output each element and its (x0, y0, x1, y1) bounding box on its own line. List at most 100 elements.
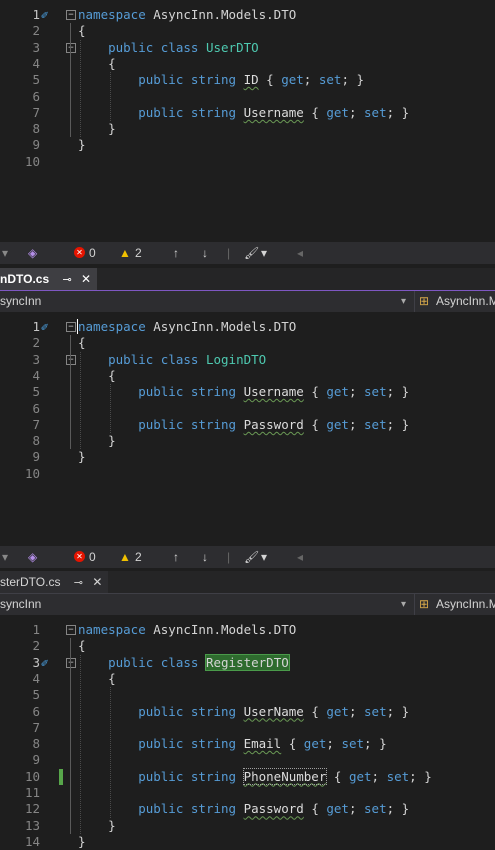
code-line[interactable]: 13 } (0, 818, 495, 834)
code-text[interactable]: namespace AsyncInn.Models.DTO (78, 622, 296, 638)
code-text[interactable]: public string Username { get; set; } (78, 384, 409, 400)
code-line[interactable]: 3 public class LoginDTO − (0, 352, 495, 368)
code-line[interactable]: 1 namespace AsyncInn.Models.DTO − (0, 622, 495, 638)
code-line[interactable]: 8 public string Email { get; set; } (0, 736, 495, 752)
collapse-icon[interactable]: − (66, 322, 76, 332)
code-text[interactable]: { (78, 671, 116, 687)
code-line[interactable]: 11 (0, 785, 495, 801)
code-text[interactable]: } (78, 818, 116, 834)
code-line[interactable]: 5 public string ID { get; set; } (0, 72, 495, 88)
code-line[interactable]: 9 (0, 752, 495, 768)
project-dropdown[interactable]: syncInn (0, 294, 41, 308)
code-line[interactable]: 4 { (0, 671, 495, 687)
copilot-icon[interactable]: ◈ (28, 246, 37, 260)
collapse-icon[interactable]: − (66, 42, 76, 53)
dropdown-arrow-icon[interactable]: ▾ (2, 550, 8, 564)
code-line[interactable]: 7 public string Password { get; set; } (0, 417, 495, 433)
warning-count[interactable]: 2 (135, 246, 142, 260)
arrow-up-icon[interactable]: ↑ (173, 550, 179, 564)
code-line[interactable]: 10 public string PhoneNumber { get; set;… (0, 767, 495, 785)
type-dropdown[interactable]: AsyncInn.M (436, 294, 495, 308)
error-icon[interactable]: ✕ (74, 551, 85, 562)
code-line[interactable]: 6 (0, 89, 495, 105)
code-text[interactable]: { (78, 335, 86, 351)
code-editor-registerdto[interactable]: 1 namespace AsyncInn.Models.DTO −2{3 publi… (0, 615, 495, 849)
code-text[interactable]: } (78, 834, 86, 850)
code-line[interactable]: 6 (0, 401, 495, 417)
dropdown-arrow-icon[interactable]: ▾ (2, 246, 8, 260)
code-line[interactable]: 6 public string UserName { get; set; } (0, 704, 495, 720)
code-text[interactable]: public class UserDTO (78, 40, 259, 56)
error-count[interactable]: 0 (89, 246, 96, 260)
dropdown-arrow-icon[interactable]: ▾ (261, 246, 267, 260)
error-count[interactable]: 0 (89, 550, 96, 564)
code-text[interactable]: { (78, 23, 86, 39)
code-text[interactable]: public class RegisterDTO (78, 653, 290, 671)
close-icon[interactable]: ✕ (81, 272, 91, 286)
code-line[interactable]: 3 public class UserDTO − (0, 40, 495, 56)
code-editor-userdto[interactable]: 1 namespace AsyncInn.Models.DTO − ✐ 2{3 publ… (0, 0, 495, 240)
pin-icon[interactable]: ⊸ (62, 274, 71, 286)
code-line[interactable]: 2{ (0, 638, 495, 654)
arrow-up-icon[interactable]: ↑ (173, 246, 179, 260)
code-line[interactable]: 4 { (0, 56, 495, 72)
code-text[interactable]: { (78, 56, 116, 72)
warning-count[interactable]: 2 (135, 550, 142, 564)
scroll-left-icon[interactable]: ◂ (297, 550, 303, 564)
code-text[interactable]: public string UserName { get; set; } (78, 704, 409, 720)
code-line[interactable]: 10 (0, 466, 495, 482)
code-text[interactable]: } (78, 433, 116, 449)
code-text[interactable]: public string Password { get; set; } (78, 417, 409, 433)
code-line[interactable]: 10 (0, 154, 495, 170)
paintbrush-icon[interactable]: ✐ (41, 7, 48, 23)
code-text[interactable]: public string Password { get; set; } (78, 801, 409, 817)
code-text[interactable]: public string PhoneNumber { get; set; } (78, 767, 432, 785)
code-line[interactable]: 5 (0, 687, 495, 703)
code-line[interactable]: 8 } (0, 121, 495, 137)
code-text[interactable]: public class LoginDTO (78, 352, 266, 368)
paintbrush-icon[interactable]: 🖌 (244, 550, 259, 564)
paintbrush-icon[interactable]: ✐ (41, 319, 48, 335)
code-line[interactable]: 14} (0, 834, 495, 850)
copilot-icon[interactable]: ◈ (28, 550, 37, 564)
collapse-icon[interactable]: − (66, 625, 76, 635)
error-icon[interactable]: ✕ (74, 247, 85, 258)
type-dropdown[interactable]: AsyncInn.M (436, 597, 495, 611)
pin-icon[interactable]: ⊸ (74, 577, 83, 589)
collapse-icon[interactable]: − (66, 10, 76, 20)
code-line[interactable]: 12 public string Password { get; set; } (0, 801, 495, 817)
code-editor-logindto[interactable]: 1 namespace AsyncInn.Models.DTO − ✐ 2{3 publ… (0, 312, 495, 544)
code-line[interactable]: 7 public string Username { get; set; } (0, 105, 495, 121)
code-text[interactable]: namespace AsyncInn.Models.DTO (78, 319, 296, 335)
code-line[interactable]: 5 public string Username { get; set; } (0, 384, 495, 400)
paintbrush-icon[interactable]: 🖌 (244, 246, 259, 260)
code-line[interactable]: 9} (0, 137, 495, 153)
code-text[interactable]: public string ID { get; set; } (78, 72, 364, 88)
code-line[interactable]: 8 } (0, 433, 495, 449)
scroll-left-icon[interactable]: ◂ (297, 246, 303, 260)
warning-icon[interactable]: ▲ (119, 550, 131, 564)
code-line[interactable]: 7 (0, 720, 495, 736)
tab-registerdto[interactable]: sterDTO.cs ⊸ ✕ (0, 571, 109, 593)
code-line[interactable]: 2{ (0, 335, 495, 351)
code-line[interactable]: 1 namespace AsyncInn.Models.DTO − ✐ (0, 7, 495, 23)
code-text[interactable]: } (78, 121, 116, 137)
code-text[interactable]: } (78, 137, 86, 153)
code-line[interactable]: 2{ (0, 23, 495, 39)
code-text[interactable]: } (78, 449, 86, 465)
dropdown-arrow-icon[interactable]: ▾ (261, 550, 267, 564)
arrow-down-icon[interactable]: ↓ (202, 550, 208, 564)
code-text[interactable]: { (78, 368, 116, 384)
code-line[interactable]: 1 namespace AsyncInn.Models.DTO − ✐ (0, 319, 495, 335)
code-line[interactable]: 3 public class RegisterDTO − ✐ (0, 653, 495, 671)
collapse-icon[interactable]: − (66, 657, 76, 668)
warning-icon[interactable]: ▲ (119, 246, 131, 260)
code-text[interactable]: public string Username { get; set; } (78, 105, 409, 121)
code-line[interactable]: 4 { (0, 368, 495, 384)
code-text[interactable]: { (78, 638, 86, 654)
dropdown-arrow-icon[interactable]: ▾ (401, 599, 406, 610)
paintbrush-icon[interactable]: ✐ (41, 655, 48, 671)
dropdown-arrow-icon[interactable]: ▾ (401, 296, 406, 307)
code-text[interactable]: namespace AsyncInn.Models.DTO (78, 7, 296, 23)
code-text[interactable]: public string Email { get; set; } (78, 736, 386, 752)
